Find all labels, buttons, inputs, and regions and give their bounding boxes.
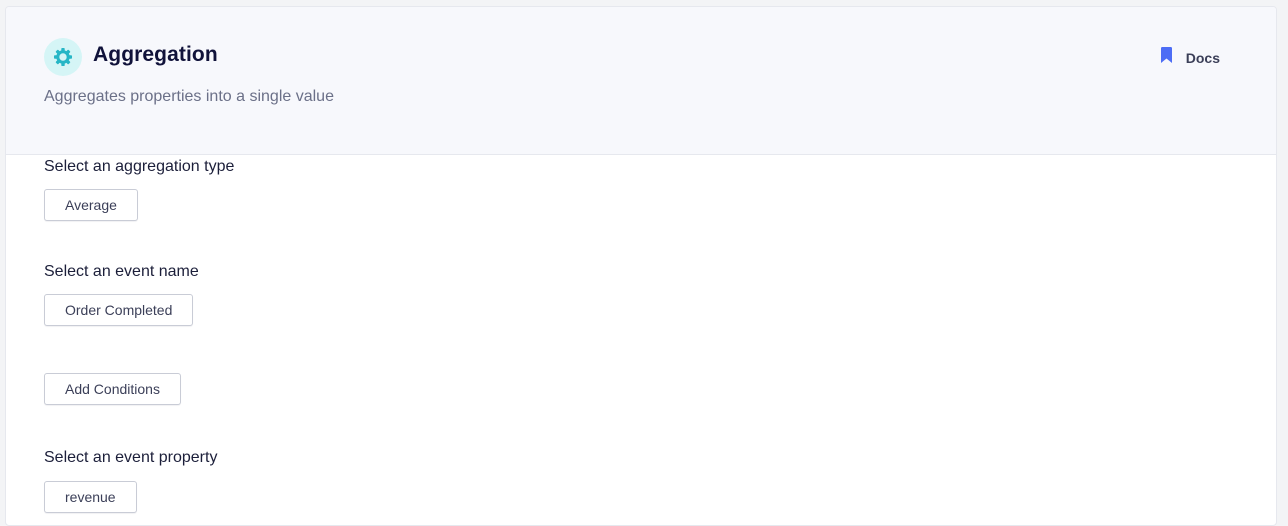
docs-link[interactable]: Docs: [1160, 47, 1220, 68]
docs-label: Docs: [1185, 49, 1220, 66]
aggregation-panel: Aggregation Aggregates properties into a…: [5, 6, 1277, 526]
event-property-label: Select an event property: [44, 449, 218, 466]
page-subtitle: Aggregates properties into a single valu…: [44, 88, 334, 105]
aggregation-type-label: Select an aggregation type: [44, 158, 235, 175]
gear-icon: [44, 38, 82, 76]
page-title: Aggregation: [93, 43, 218, 66]
event-name-label: Select an event name: [44, 263, 199, 280]
panel-header: Aggregation Aggregates properties into a…: [6, 7, 1276, 155]
event-name-select[interactable]: Order Completed: [44, 294, 194, 326]
add-conditions-button[interactable]: Add Conditions: [44, 373, 181, 405]
event-property-select[interactable]: revenue: [44, 481, 137, 513]
aggregation-type-select[interactable]: Average: [44, 189, 138, 221]
bookmark-icon: [1160, 47, 1172, 68]
